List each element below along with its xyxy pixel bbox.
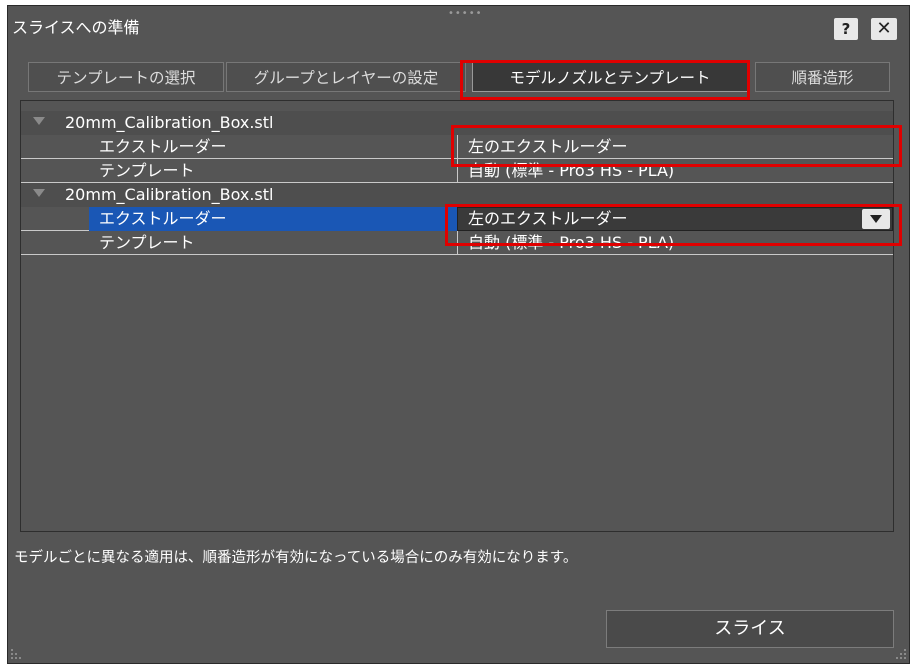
model-header-row[interactable]: 20mm_Calibration_Box.stl bbox=[21, 183, 893, 207]
resize-grip-icon[interactable] bbox=[11, 649, 21, 659]
extruder-dropdown[interactable]: 左のエクストルーダー bbox=[457, 207, 893, 231]
tab-group-layer-settings[interactable]: グループとレイヤーの設定 bbox=[226, 62, 466, 92]
extruder-row-selected[interactable]: エクストルーダー 左のエクストルーダー bbox=[21, 207, 893, 231]
tab-bar: テンプレートの選択 グループとレイヤーの設定 モデルノズルとテンプレート 順番造… bbox=[28, 62, 890, 95]
model-name: 20mm_Calibration_Box.stl bbox=[65, 185, 274, 204]
template-row[interactable]: テンプレート 自動 (標準 - Pro3 HS - PLA) bbox=[21, 159, 893, 183]
close-button[interactable]: ✕ bbox=[871, 18, 897, 40]
drag-handle-icon[interactable]: ••••• bbox=[448, 8, 483, 19]
slice-button[interactable]: スライス bbox=[606, 610, 894, 648]
template-row[interactable]: テンプレート 自動 (標準 - Pro3 HS - PLA) bbox=[21, 231, 893, 255]
prepare-slice-dialog: ••••• スライスへの準備 ? ✕ テンプレートの選択 グループとレイヤーの設… bbox=[7, 5, 910, 664]
template-label: テンプレート bbox=[99, 161, 195, 180]
chevron-down-icon bbox=[870, 215, 882, 223]
tab-sequential-print[interactable]: 順番造形 bbox=[755, 62, 890, 92]
template-label: テンプレート bbox=[99, 233, 195, 252]
sequential-note: モデルごとに異なる適用は、順番造形が有効になっている場合にのみ有効になります。 bbox=[14, 550, 578, 566]
tab-model-nozzle-template[interactable]: モデルノズルとテンプレート bbox=[472, 62, 748, 92]
extruder-value[interactable]: 左のエクストルーダー bbox=[457, 135, 893, 159]
tab-template-select[interactable]: テンプレートの選択 bbox=[28, 62, 224, 92]
template-value[interactable]: 自動 (標準 - Pro3 HS - PLA) bbox=[457, 231, 893, 255]
extruder-label: エクストルーダー bbox=[99, 137, 227, 156]
extruder-dropdown-value: 左のエクストルーダー bbox=[468, 209, 628, 228]
collapse-triangle-icon[interactable] bbox=[33, 117, 45, 125]
dialog-title: スライスへの準備 bbox=[12, 18, 140, 37]
extruder-row[interactable]: エクストルーダー 左のエクストルーダー bbox=[21, 135, 893, 159]
extruder-label: エクストルーダー bbox=[99, 209, 227, 228]
model-settings-panel: 20mm_Calibration_Box.stl エクストルーダー 左のエクスト… bbox=[20, 100, 894, 532]
model-name: 20mm_Calibration_Box.stl bbox=[65, 113, 274, 132]
model-header-row[interactable]: 20mm_Calibration_Box.stl bbox=[21, 111, 893, 135]
collapse-triangle-icon[interactable] bbox=[33, 189, 45, 197]
template-value[interactable]: 自動 (標準 - Pro3 HS - PLA) bbox=[457, 159, 893, 183]
resize-grip-icon[interactable] bbox=[896, 649, 906, 659]
dropdown-button[interactable] bbox=[862, 209, 890, 229]
help-button[interactable]: ? bbox=[834, 18, 858, 40]
